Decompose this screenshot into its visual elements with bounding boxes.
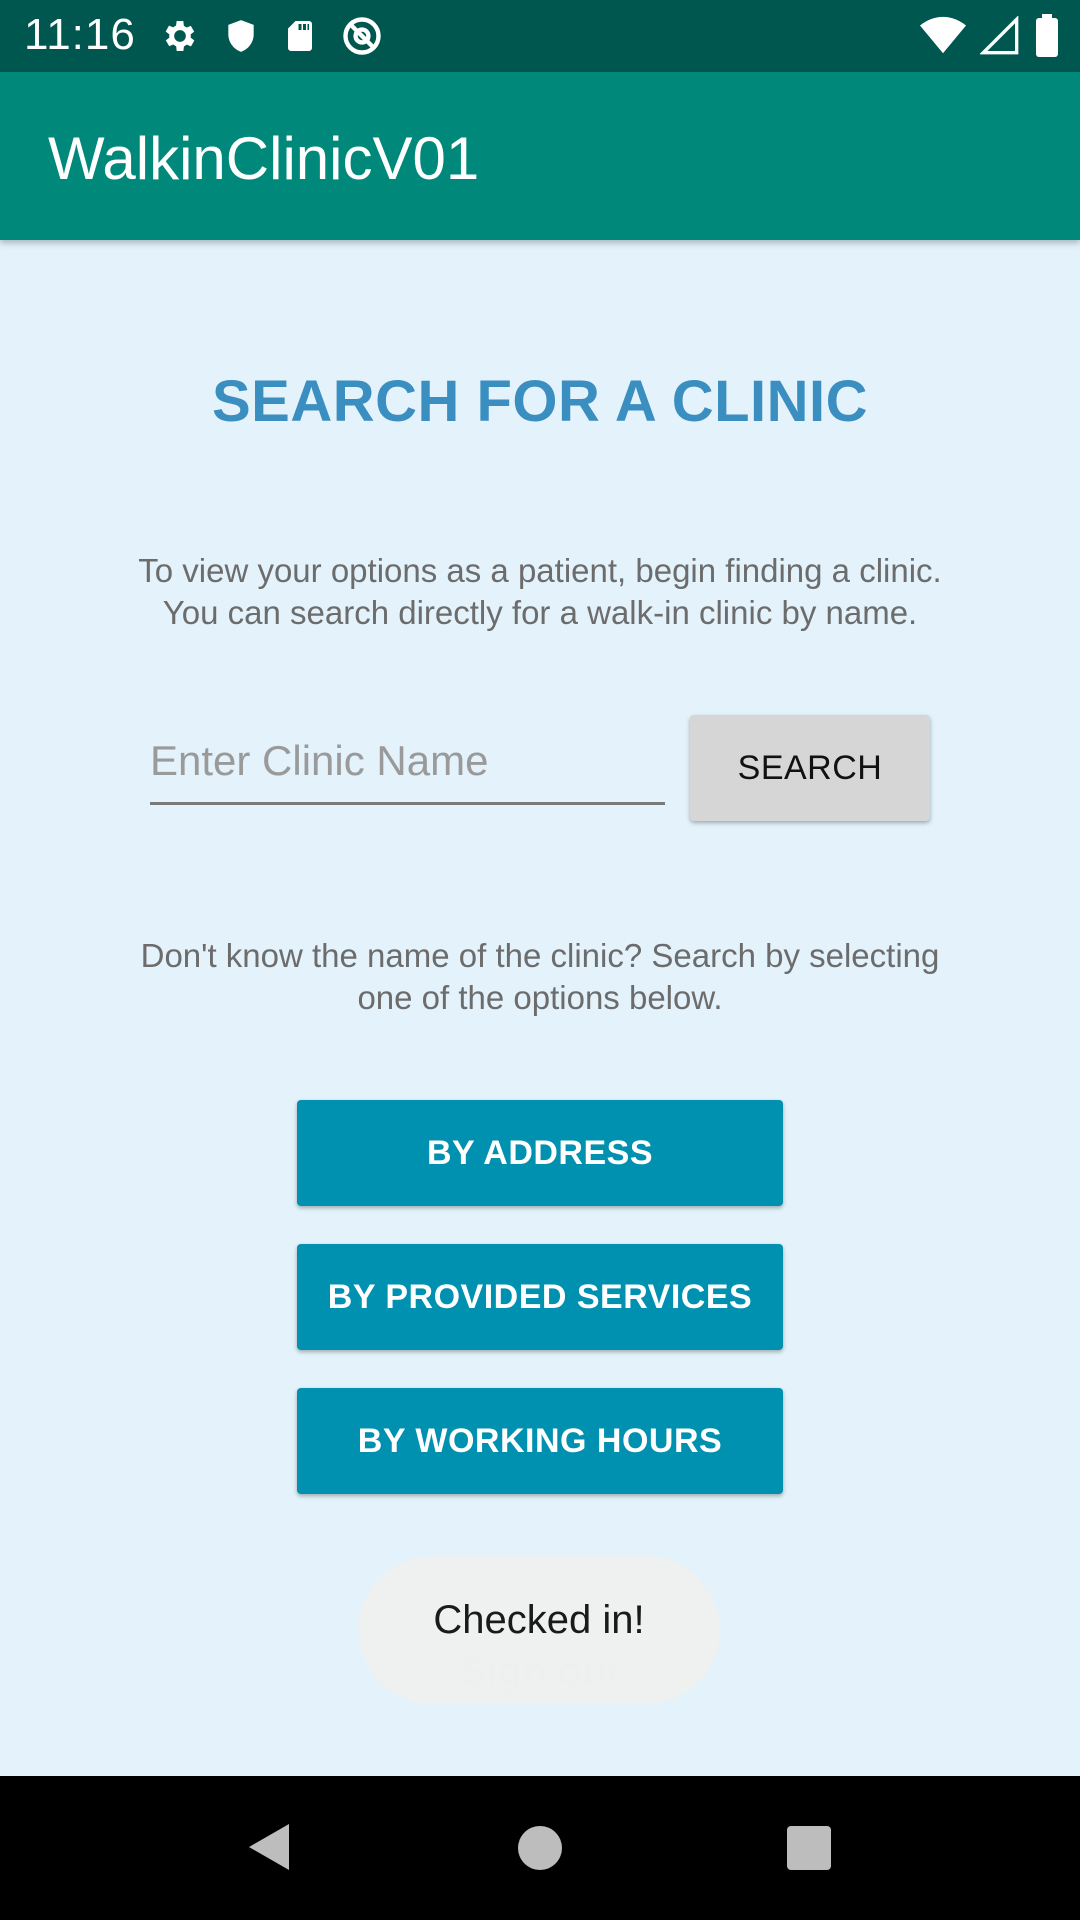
hint-text: Don't know the name of the clinic? Searc… [60, 935, 1020, 1019]
home-icon[interactable] [518, 1826, 562, 1870]
search-button[interactable]: SEARCH [690, 715, 930, 821]
toast: Checked in! [358, 1556, 720, 1704]
status-time: 11:16 [24, 10, 136, 59]
page-title: SEARCH FOR A CLINIC [211, 369, 869, 434]
hint-line-2: one of the options below. [357, 979, 723, 1016]
hint-line-1: Don't know the name of the clinic? Searc… [140, 937, 940, 974]
by-working-hours-button[interactable]: BY WORKING HOURS [297, 1388, 783, 1494]
recents-icon[interactable] [787, 1826, 831, 1870]
navigation-bar [0, 1776, 1080, 1920]
shield-icon [222, 16, 260, 61]
cell-signal-icon [979, 15, 1020, 61]
intro-line-1: To view your options as a patient, begin… [138, 552, 942, 589]
search-screen: SEARCH FOR A CLINIC To view your options… [0, 240, 1080, 1776]
app-title: WalkinClinicV01 [48, 125, 480, 192]
intro-text: To view your options as a patient, begin… [60, 550, 1020, 634]
by-provided-services-button[interactable]: BY PROVIDED SERVICES [297, 1244, 783, 1350]
by-address-button[interactable]: BY ADDRESS [297, 1100, 783, 1206]
app-bar: WalkinClinicV01 [0, 72, 1080, 240]
clinic-name-input[interactable] [150, 720, 665, 805]
gear-icon [160, 16, 200, 61]
status-bar: 11:16 [0, 0, 1080, 72]
toast-message: Checked in! [433, 1597, 645, 1642]
battery-icon [1034, 14, 1060, 63]
back-icon[interactable] [245, 1822, 291, 1877]
wifi-icon [920, 16, 966, 61]
sd-card-icon [282, 16, 318, 61]
intro-line-2: You can search directly for a walk-in cl… [162, 594, 918, 631]
at-sign-icon [340, 14, 384, 63]
